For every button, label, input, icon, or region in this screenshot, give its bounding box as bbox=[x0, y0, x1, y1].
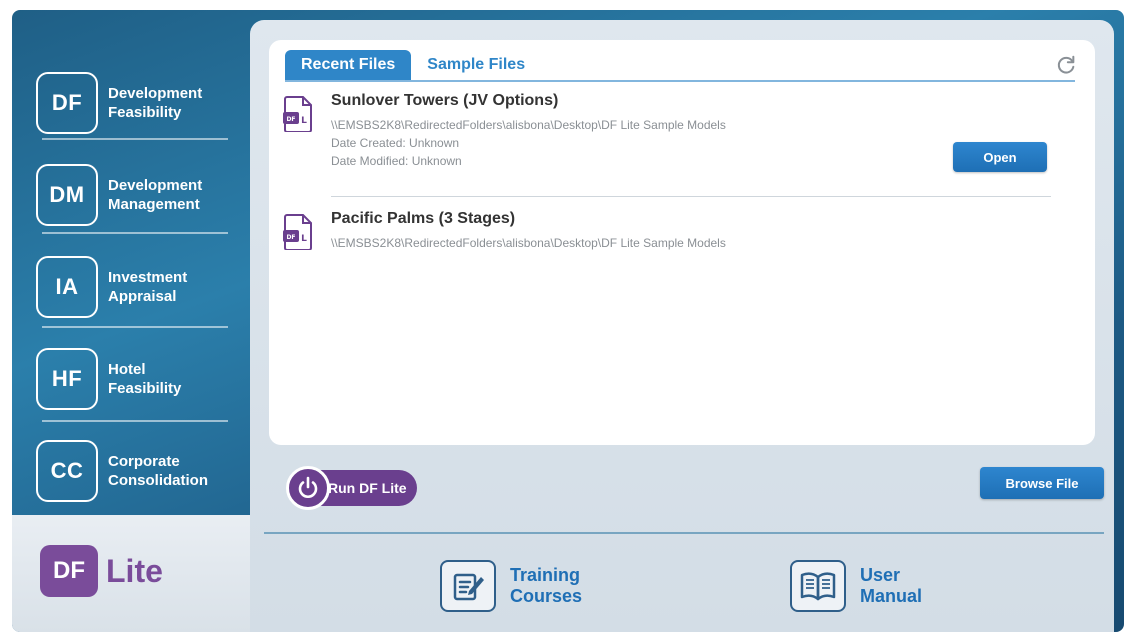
tab-recent-files[interactable]: Recent Files bbox=[285, 50, 412, 80]
file-tabs: Recent Files Sample Files bbox=[285, 50, 541, 80]
cc-badge-icon: CC bbox=[36, 440, 98, 502]
tab-underline bbox=[285, 80, 1075, 82]
df-badge-icon: DF bbox=[36, 72, 98, 134]
ia-badge-icon: IA bbox=[36, 256, 98, 318]
list-item[interactable]: DF L Sunlover Towers (JV Options) \\EMSB… bbox=[283, 92, 1073, 202]
power-icon bbox=[286, 466, 330, 510]
dm-badge-icon: DM bbox=[36, 164, 98, 226]
main-panel: Recent Files Sample Files DF L Sunlover … bbox=[250, 20, 1114, 632]
label-line: Hotel bbox=[108, 361, 146, 378]
divider bbox=[42, 420, 228, 422]
hf-badge-icon: HF bbox=[36, 348, 98, 410]
sidebar-item-label: Development Feasibility bbox=[108, 84, 202, 122]
sidebar-item-corporate-consolidation[interactable]: CC Corporate Consolidation bbox=[36, 426, 236, 516]
tab-sample-files[interactable]: Sample Files bbox=[411, 50, 541, 80]
browse-file-button[interactable]: Browse File bbox=[980, 467, 1104, 499]
df-lite-label: Lite bbox=[106, 552, 163, 589]
df-lite-logo: DF Lite bbox=[40, 545, 163, 597]
label-line: Development bbox=[108, 177, 203, 194]
file-name: Pacific Palms (3 Stages) bbox=[331, 210, 516, 227]
label-line: Feasibility bbox=[108, 380, 182, 397]
run-df-lite-label: Run DF Lite bbox=[328, 480, 407, 496]
label-line: Management bbox=[108, 196, 200, 213]
open-button[interactable]: Open bbox=[953, 142, 1047, 172]
training-courses-button[interactable]: Training Courses bbox=[440, 560, 582, 612]
df-lite-badge-icon: DF bbox=[40, 545, 98, 597]
divider bbox=[42, 232, 228, 234]
user-manual-label: User Manual bbox=[860, 565, 922, 607]
label-line: Investment bbox=[108, 269, 188, 286]
label-line: Training bbox=[510, 565, 581, 585]
date-created: Date Created: Unknown bbox=[331, 136, 460, 150]
sidebar-item-label: Hotel Feasibility bbox=[108, 360, 181, 398]
file-icon: DF L bbox=[283, 96, 312, 132]
row-divider bbox=[331, 196, 1051, 197]
divider bbox=[42, 326, 228, 328]
label-line: Development bbox=[108, 85, 203, 102]
file-path: \\EMSBS2K8\RedirectedFolders\alisbona\De… bbox=[331, 118, 726, 132]
label-line: Manual bbox=[860, 586, 923, 606]
divider bbox=[42, 138, 228, 140]
list-item[interactable]: DF L Pacific Palms (3 Stages) \\EMSBS2K8… bbox=[283, 210, 1073, 270]
svg-text:DF: DF bbox=[286, 116, 295, 123]
run-df-lite-button[interactable]: Run DF Lite bbox=[286, 466, 417, 510]
svg-text:L: L bbox=[301, 234, 307, 244]
files-card: Recent Files Sample Files DF L Sunlover … bbox=[269, 40, 1095, 445]
label-line: Corporate bbox=[108, 453, 180, 470]
sidebar-item-investment-appraisal[interactable]: IA Investment Appraisal bbox=[36, 242, 236, 332]
file-icon: DF L bbox=[283, 214, 312, 250]
sidebar-item-development-feasibility[interactable]: DF Development Feasibility bbox=[36, 58, 236, 148]
refresh-icon[interactable] bbox=[1055, 54, 1077, 76]
sidebar-item-label: Development Management bbox=[108, 176, 202, 214]
label-line: User bbox=[860, 565, 901, 585]
sidebar-item-df-lite[interactable]: DF Lite bbox=[12, 515, 250, 632]
file-path: \\EMSBS2K8\RedirectedFolders\alisbona\De… bbox=[331, 236, 726, 250]
training-courses-label: Training Courses bbox=[510, 565, 582, 607]
sidebar-item-development-management[interactable]: DM Development Management bbox=[36, 150, 236, 240]
label-line: Courses bbox=[510, 586, 583, 606]
edit-document-icon bbox=[440, 560, 496, 612]
user-manual-button[interactable]: User Manual bbox=[790, 560, 922, 612]
sidebar: DF Development Feasibility DM Developmen… bbox=[12, 10, 250, 632]
sidebar-item-label: Corporate Consolidation bbox=[108, 452, 208, 490]
label-line: Consolidation bbox=[108, 472, 208, 489]
svg-text:L: L bbox=[301, 116, 307, 126]
file-name: Sunlover Towers (JV Options) bbox=[331, 92, 559, 109]
sidebar-item-label: Investment Appraisal bbox=[108, 268, 187, 306]
app-window: DF Development Feasibility DM Developmen… bbox=[12, 10, 1124, 632]
sidebar-item-hotel-feasibility[interactable]: HF Hotel Feasibility bbox=[36, 334, 236, 424]
svg-text:DF: DF bbox=[286, 234, 295, 241]
divider bbox=[264, 532, 1104, 534]
date-modified: Date Modified: Unknown bbox=[331, 154, 462, 168]
label-line: Feasibility bbox=[108, 104, 182, 121]
label-line: Appraisal bbox=[108, 288, 177, 305]
book-icon bbox=[790, 560, 846, 612]
